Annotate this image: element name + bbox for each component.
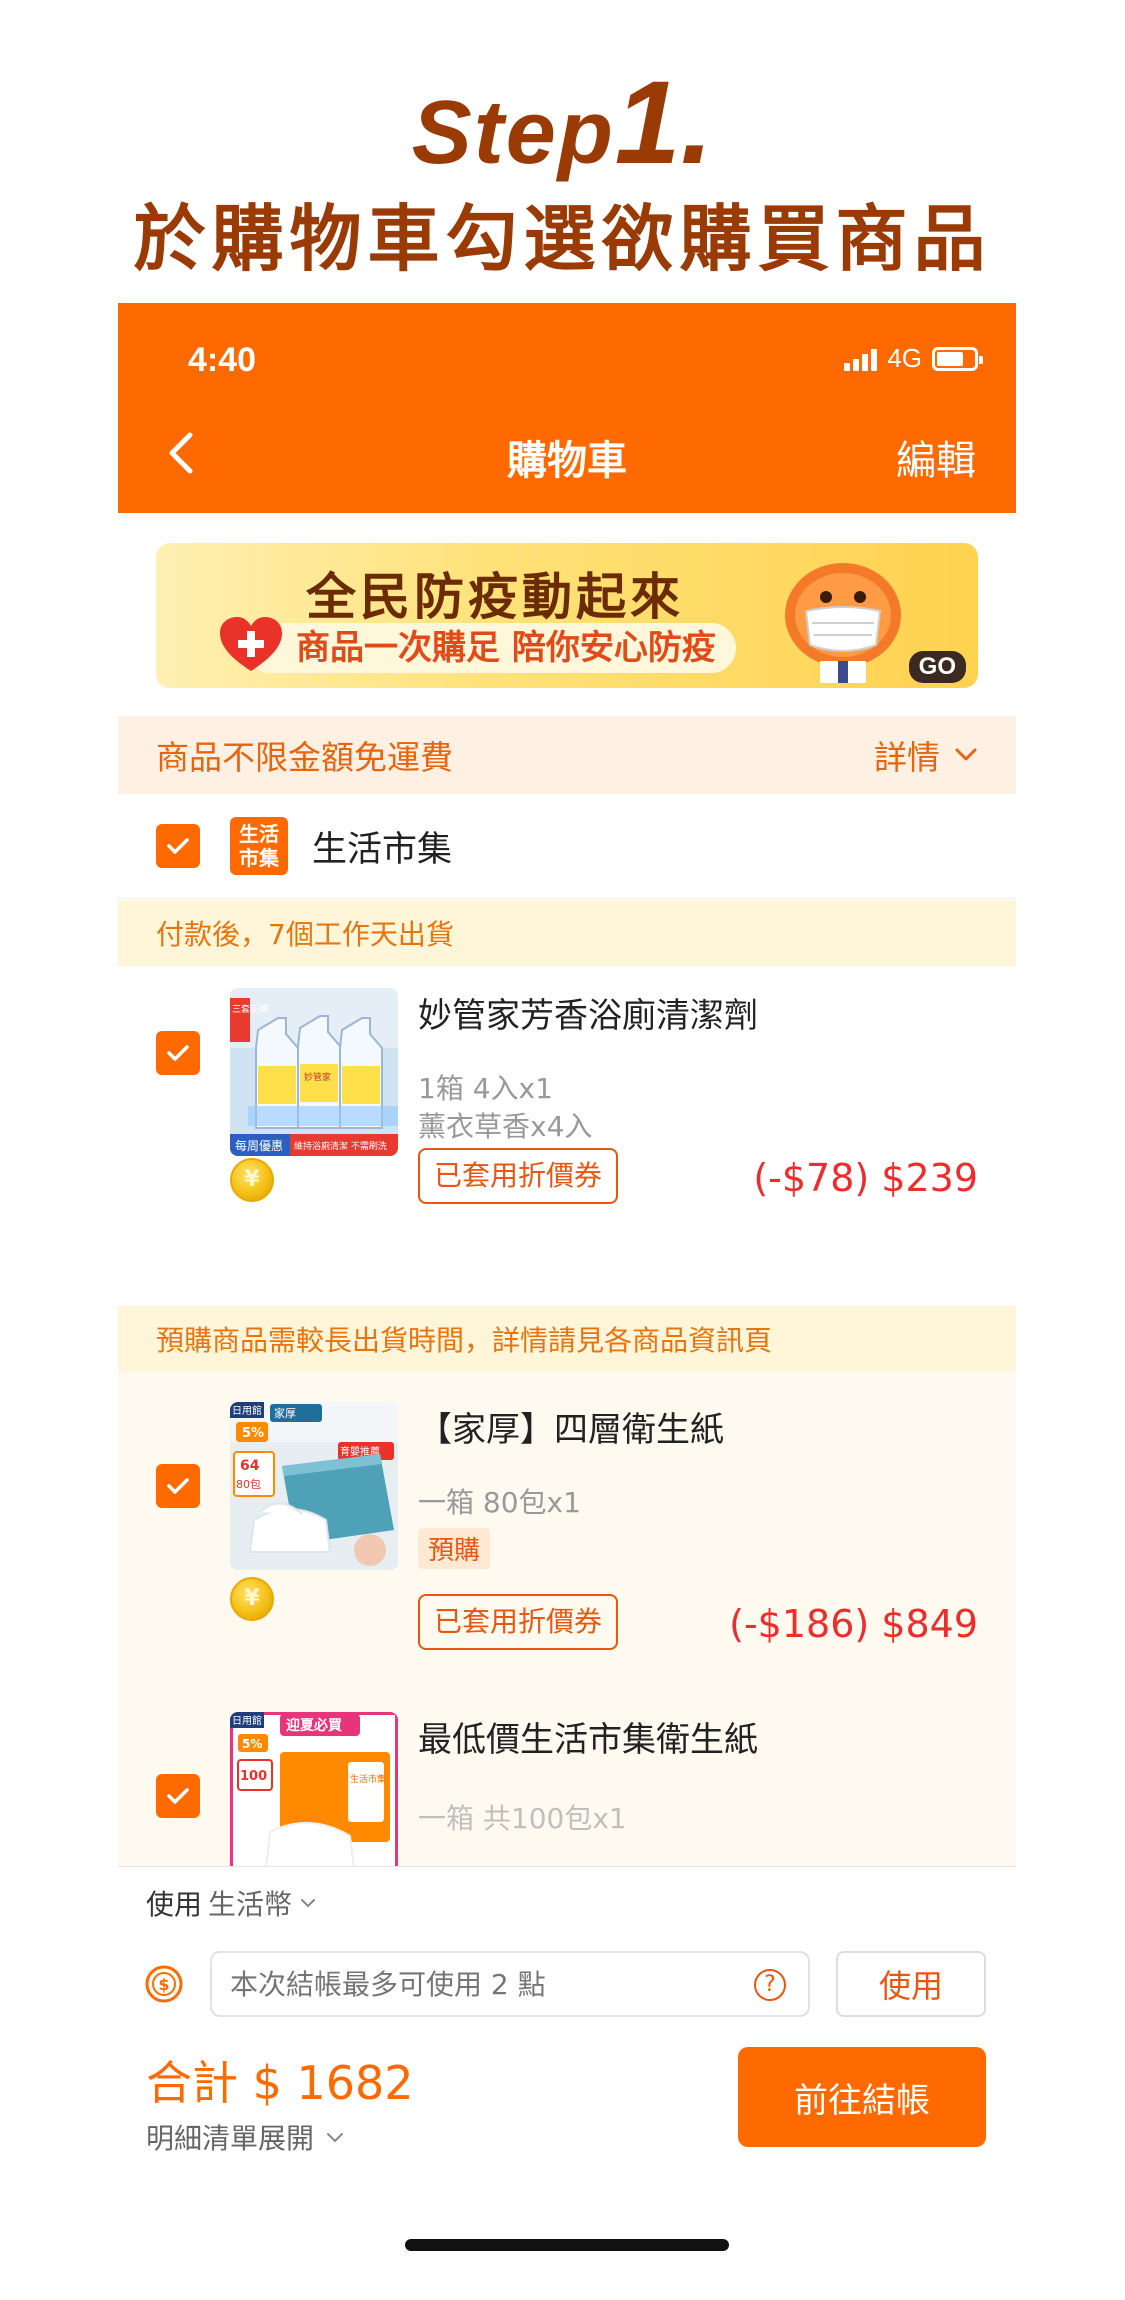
app-header: 4:40 4G 購物車 編輯 — [118, 303, 1016, 513]
svg-text:$: $ — [158, 1975, 169, 1994]
store-logo-line1: 生活 — [239, 822, 279, 846]
help-icon[interactable]: ? — [754, 1969, 786, 2001]
check-icon — [167, 1788, 189, 1804]
tissue-product-image: 日用館 5% 家厚 育嬰推薦 64 80包 — [230, 1402, 398, 1570]
image-label: 迎夏必買 — [286, 1717, 343, 1734]
product-spec: 一箱 80包x1 — [418, 1484, 581, 1522]
total-amount: 合計 $ 1682 — [146, 2056, 414, 2110]
check-icon — [167, 1478, 189, 1494]
coupon-applied-button[interactable]: 已套用折價券 — [418, 1594, 619, 1650]
signal-icon — [844, 347, 878, 371]
currency-label: 生活幣 — [208, 1888, 293, 1921]
detail-expand-toggle[interactable]: 明細清單展開 — [146, 2117, 346, 2157]
image-label: 日用館 — [232, 1404, 262, 1417]
preorder-badge: 預購 — [418, 1528, 491, 1569]
product-name[interactable]: 妙管家芳香浴廁清潔劑 — [418, 988, 758, 1037]
use-points-button[interactable]: 使用 — [836, 1951, 986, 2017]
step-subtitle: 於購物車勾選欲購買商品 — [133, 197, 992, 281]
banner-go-label: GO — [908, 651, 966, 683]
preorder-notice: 預購商品需較長出貨時間，詳情請見各商品資訊頁 — [118, 1306, 1016, 1372]
phone-screen: 4:40 4G 購物車 編輯 全民防疫動起來 商品一次購足 陪你安心防疫 GO … — [118, 303, 1016, 2300]
network-label: 4G — [887, 343, 922, 373]
chevron-down-icon — [301, 1899, 316, 1908]
image-label: 每周優惠 — [235, 1138, 283, 1153]
image-label: 家厚 — [274, 1406, 296, 1420]
image-label: 三套正牌 — [232, 1003, 268, 1015]
promo-banner[interactable]: 全民防疫動起來 商品一次購足 陪你安心防疫 GO — [156, 543, 978, 688]
product-name[interactable]: 【家厚】四層衛生紙 — [418, 1402, 724, 1451]
cart-item: 日用館 5% 家厚 育嬰推薦 64 80包 【家厚】四層衛生紙 一箱 80包x1 — [118, 1372, 1016, 1672]
page-title: 購物車 — [507, 438, 627, 484]
product-spec: 1箱 4入x1 薰衣草香x4入 — [418, 1070, 592, 1146]
free-shipping-bar: 商品不限金額免運費 詳情 — [118, 716, 1016, 794]
checkout-panel: 使用 生活幣 $ ? 使用 合計 $ 1682 明細清單展開 前往結帳 — [118, 1866, 1016, 2300]
item-checkbox[interactable] — [156, 1464, 200, 1508]
store-name: 生活市集 — [312, 829, 453, 870]
cart-item: 每周優惠 維持浴廁清潔 不需刷洗 三套正牌 妙管家 妙管家芳香浴廁清潔劑 1箱 … — [118, 966, 1016, 1216]
store-row: 生活 市集 生活市集 — [118, 794, 1016, 899]
product-price: (-$186) $849 — [729, 1602, 978, 1646]
shipping-text: 商品不限金額免運費 — [156, 738, 453, 777]
image-label: 日用館 — [232, 1714, 262, 1727]
check-icon — [167, 838, 189, 854]
item-checkbox[interactable] — [156, 1031, 200, 1075]
product-name[interactable]: 最低價生活市集衛生紙 — [418, 1712, 758, 1761]
status-time: 4:40 — [188, 341, 257, 379]
edit-button[interactable]: 編輯 — [896, 428, 976, 486]
image-label: 生活市集 — [350, 1773, 386, 1785]
dollar-coin-icon: $ — [145, 1965, 183, 2003]
product-spec: 一箱 共100包x1 — [418, 1800, 627, 1838]
coin-icon — [230, 1577, 274, 1621]
store-logo-line2: 市集 — [239, 846, 279, 870]
image-label: 妙管家 — [304, 1071, 331, 1083]
spec-line: 1箱 4入x1 — [418, 1072, 553, 1105]
battery-icon — [932, 346, 983, 371]
step-heading: Step1. — [0, 55, 1125, 191]
image-label: 64 — [240, 1458, 260, 1474]
check-icon — [167, 1045, 189, 1061]
coin-selector[interactable]: 使用 生活幣 — [146, 1883, 318, 1923]
store-logo: 生活 市集 — [230, 817, 288, 875]
heart-plus-icon — [220, 617, 282, 671]
mascot-image — [785, 563, 901, 683]
store-checkbox[interactable] — [156, 824, 200, 868]
shipping-detail-button[interactable]: 詳情 — [874, 731, 978, 779]
chevron-down-icon — [327, 2133, 344, 2143]
product-image[interactable]: 每周優惠 維持浴廁清潔 不需刷洗 三套正牌 妙管家 — [230, 988, 398, 1156]
coupon-applied-button[interactable]: 已套用折價券 — [418, 1148, 619, 1204]
coin-icon — [230, 1158, 274, 1202]
points-input[interactable] — [210, 1951, 810, 2017]
spec-line: 一箱 共100包x1 — [418, 1802, 627, 1835]
product-image[interactable]: 日用館 迎夏必買 5% 100 生活市集 — [230, 1712, 398, 1866]
cleaner-product-image: 每周優惠 維持浴廁清潔 不需刷洗 三套正牌 妙管家 — [230, 988, 398, 1156]
status-icons: 4G — [844, 343, 983, 374]
use-label: 使用 — [146, 1888, 203, 1921]
image-label: 5% — [242, 1737, 262, 1751]
step-word: Step — [411, 83, 615, 183]
shipping-detail-label: 詳情 — [874, 738, 940, 777]
item-checkbox[interactable] — [156, 1774, 200, 1818]
step-number: 1. — [614, 57, 714, 189]
shipping-notice: 付款後，7個工作天出貨 — [118, 900, 1016, 966]
spec-line: 薰衣草香x4入 — [418, 1110, 593, 1143]
image-label: 5% — [242, 1426, 264, 1441]
image-label: 80包 — [236, 1478, 261, 1491]
product-image[interactable]: 日用館 5% 家厚 育嬰推薦 64 80包 — [230, 1402, 398, 1570]
banner-subline: 商品一次購足 陪你安心防疫 — [246, 623, 736, 673]
chevron-down-icon — [955, 748, 977, 761]
cart-item: 日用館 迎夏必買 5% 100 生活市集 最低價生活市集衛生紙 一箱 共100包… — [118, 1672, 1016, 1866]
product-price: (-$78) $239 — [753, 1156, 978, 1200]
spec-line: 一箱 80包x1 — [418, 1486, 581, 1519]
image-label: 維持浴廁清潔 不需刷洗 — [294, 1140, 387, 1152]
image-label: 100 — [240, 1769, 267, 1784]
home-indicator — [405, 2239, 729, 2251]
tissue-pack-image: 日用館 迎夏必買 5% 100 生活市集 — [230, 1712, 398, 1866]
banner-headline: 全民防疫動起來 — [306, 568, 684, 626]
detail-expand-label: 明細清單展開 — [146, 2122, 315, 2155]
checkout-button[interactable]: 前往結帳 — [738, 2047, 986, 2147]
